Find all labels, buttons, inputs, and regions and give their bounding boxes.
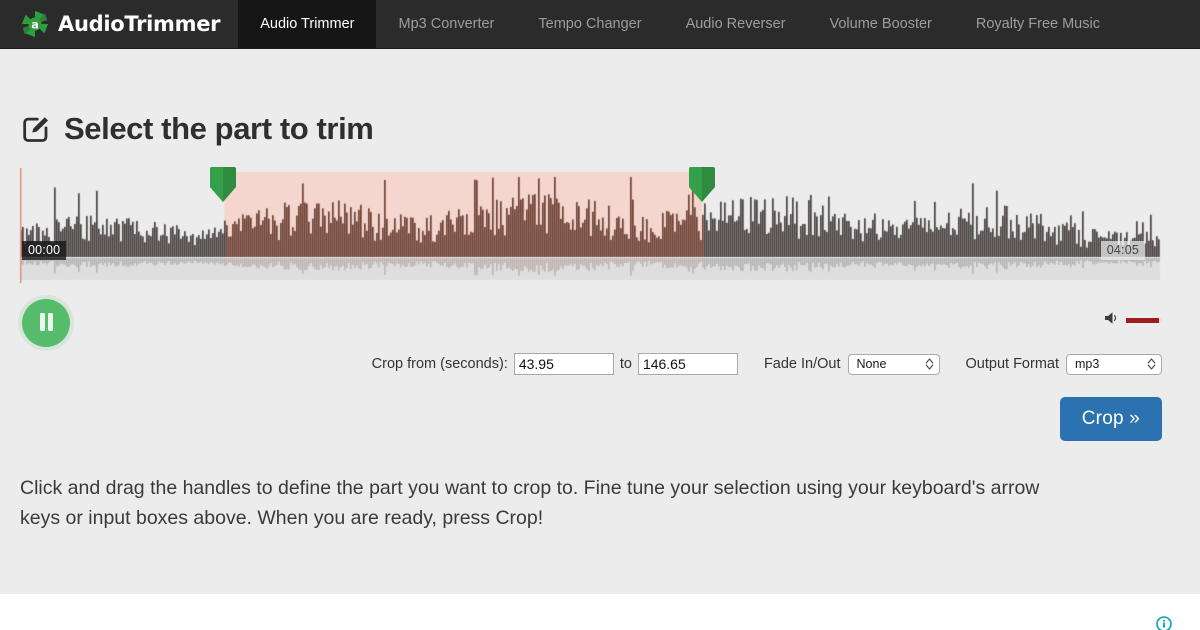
nav-label: Volume Booster [830, 16, 932, 32]
crop-from-input[interactable] [514, 353, 614, 375]
fade-select-value: None [857, 357, 887, 371]
play-pause-button[interactable] [22, 299, 70, 347]
crop-to-label: to [620, 356, 632, 372]
transport-controls [0, 293, 1200, 349]
format-label: Output Format [966, 356, 1059, 372]
nav-item-mp3-converter[interactable]: Mp3 Converter [376, 0, 516, 48]
waveform-editor[interactable]: 00:00 04:05 [0, 164, 1200, 289]
fade-select[interactable]: None [848, 354, 940, 375]
crop-button[interactable]: Crop » [1060, 397, 1162, 441]
page-heading: Select the part to trim [0, 49, 1200, 147]
pinwheel-logo-icon: a [20, 9, 50, 39]
pause-icon [38, 312, 55, 335]
info-icon[interactable] [1156, 616, 1172, 630]
nav-item-audio-trimmer[interactable]: Audio Trimmer [238, 0, 376, 48]
brand-logo-link[interactable]: a AudioTrimmer [0, 0, 238, 48]
crop-to-input[interactable] [638, 353, 738, 375]
selection-start-handle[interactable] [209, 166, 237, 203]
nav-label: Royalty Free Music [976, 16, 1100, 32]
nav-item-tempo-changer[interactable]: Tempo Changer [516, 0, 663, 48]
brand-name: AudioTrimmer [58, 12, 220, 36]
output-format-select[interactable]: mp3 [1066, 354, 1162, 375]
fade-label: Fade In/Out [764, 356, 841, 372]
help-instructions: Click and drag the handles to define the… [0, 441, 1140, 533]
crop-options-row: Crop from (seconds): to Fade In/Out None… [0, 353, 1200, 375]
waveform-end-time: 04:05 [1101, 241, 1145, 260]
page-title: Select the part to trim [64, 111, 373, 147]
chevron-updown-icon [1147, 357, 1156, 371]
crop-from-label: Crop from (seconds): [372, 356, 508, 372]
nav-label: Tempo Changer [538, 16, 641, 32]
output-format-value: mp3 [1075, 357, 1099, 371]
format-option-group: Output Format mp3 [966, 354, 1162, 375]
volume-control[interactable] [1104, 311, 1162, 330]
nav-label: Audio Trimmer [260, 16, 354, 32]
waveform-start-time: 00:00 [22, 241, 66, 260]
svg-text:a: a [31, 19, 39, 32]
fade-option-group: Fade In/Out None [764, 354, 940, 375]
top-navigation-bar: a AudioTrimmer Audio Trimmer Mp3 Convert… [0, 0, 1200, 49]
selection-end-handle[interactable] [688, 166, 716, 203]
volume-slider[interactable] [1126, 318, 1162, 323]
main-content-area: Select the part to trim 00:00 04:05 [0, 49, 1200, 594]
nav-label: Audio Reverser [686, 16, 786, 32]
edit-square-icon [20, 113, 52, 145]
nav-item-audio-reverser[interactable]: Audio Reverser [664, 0, 808, 48]
speaker-icon[interactable] [1104, 311, 1119, 330]
nav-item-royalty-free-music[interactable]: Royalty Free Music [954, 0, 1122, 48]
sponsored-searches-section: SPONSORED SEARCHES [0, 594, 1200, 630]
crop-action-row: Crop » [0, 397, 1200, 441]
waveform-canvas[interactable] [0, 164, 1200, 289]
chevron-updown-icon [925, 357, 934, 371]
nav-item-volume-booster[interactable]: Volume Booster [808, 0, 954, 48]
nav-label: Mp3 Converter [398, 16, 494, 32]
volume-slider-fill [1126, 318, 1159, 323]
